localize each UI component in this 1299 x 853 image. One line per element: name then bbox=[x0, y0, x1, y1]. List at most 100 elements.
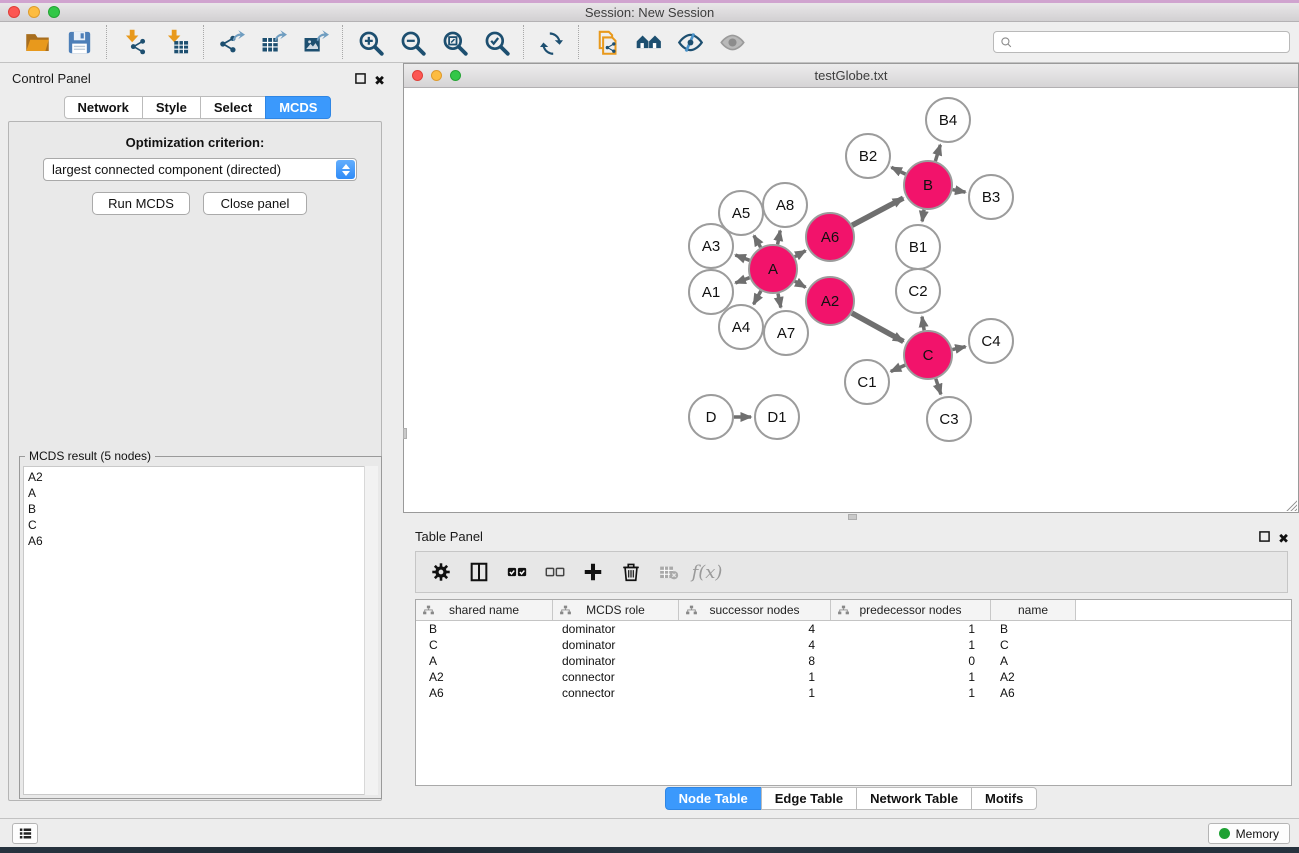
tab-network-table[interactable]: Network Table bbox=[856, 787, 972, 810]
column-header-MCDS-role[interactable]: MCDS role bbox=[553, 600, 679, 620]
node-B4[interactable]: B4 bbox=[926, 98, 970, 142]
search-field[interactable] bbox=[993, 31, 1290, 53]
delete-table-button[interactable] bbox=[652, 555, 686, 589]
node-A7[interactable]: A7 bbox=[764, 311, 808, 355]
table-row[interactable]: A6connector11A6 bbox=[416, 685, 1291, 701]
node-A6[interactable]: A6 bbox=[806, 213, 854, 261]
node-A3[interactable]: A3 bbox=[689, 224, 733, 268]
cell-shared-name[interactable]: A6 bbox=[416, 685, 553, 701]
cell-name[interactable]: A bbox=[991, 653, 1076, 669]
column-header-predecessor-nodes[interactable]: predecessor nodes bbox=[831, 600, 991, 620]
cell-name[interactable]: C bbox=[991, 637, 1076, 653]
node-A8[interactable]: A8 bbox=[763, 183, 807, 227]
node-C4[interactable]: C4 bbox=[969, 319, 1013, 363]
cell-name[interactable]: B bbox=[991, 621, 1076, 637]
edge-A-A4[interactable] bbox=[754, 291, 761, 304]
function-builder-button[interactable]: f(x) bbox=[690, 555, 724, 589]
edge-A2-C[interactable] bbox=[852, 313, 904, 341]
node-D[interactable]: D bbox=[689, 395, 733, 439]
tab-select[interactable]: Select bbox=[200, 96, 266, 119]
cell-predecessor-nodes[interactable]: 1 bbox=[831, 685, 991, 701]
cell-shared-name[interactable]: A2 bbox=[416, 669, 553, 685]
cell-MCDS-role[interactable]: connector bbox=[553, 685, 679, 701]
cell-predecessor-nodes[interactable]: 1 bbox=[831, 621, 991, 637]
tab-node-table[interactable]: Node Table bbox=[665, 787, 762, 810]
create-column-button[interactable] bbox=[576, 555, 610, 589]
node-C1[interactable]: C1 bbox=[845, 360, 889, 404]
export-image-button[interactable] bbox=[297, 26, 333, 58]
edge-B-B2[interactable] bbox=[891, 167, 905, 174]
minimize-window-button[interactable] bbox=[28, 6, 40, 18]
task-history-button[interactable] bbox=[12, 823, 38, 844]
zoom-selected-button[interactable] bbox=[478, 26, 514, 58]
delete-column-button[interactable] bbox=[614, 555, 648, 589]
result-item[interactable]: C bbox=[28, 517, 377, 533]
column-header-successor-nodes[interactable]: successor nodes bbox=[679, 600, 831, 620]
table-row[interactable]: Adominator80A bbox=[416, 653, 1291, 669]
hide-graphics-details-button[interactable] bbox=[672, 26, 708, 58]
node-B1[interactable]: B1 bbox=[896, 225, 940, 269]
show-columns-button[interactable] bbox=[462, 555, 496, 589]
close-window-button[interactable] bbox=[8, 6, 20, 18]
table-row[interactable]: Cdominator41C bbox=[416, 637, 1291, 653]
splitter-handle[interactable] bbox=[848, 514, 857, 520]
edge-C-C4[interactable] bbox=[952, 347, 965, 350]
cell-successor-nodes[interactable]: 1 bbox=[679, 685, 831, 701]
network-zoom-button[interactable] bbox=[450, 70, 461, 81]
save-session-button[interactable] bbox=[61, 26, 97, 58]
export-table-button[interactable] bbox=[255, 26, 291, 58]
edge-A6-B[interactable] bbox=[852, 198, 903, 225]
edge-C-C1[interactable] bbox=[891, 365, 905, 371]
duplicate-network-button[interactable] bbox=[588, 26, 624, 58]
node-B2[interactable]: B2 bbox=[846, 134, 890, 178]
network-window-titlebar[interactable]: testGlobe.txt bbox=[404, 64, 1298, 88]
network-close-button[interactable] bbox=[412, 70, 423, 81]
node-C3[interactable]: C3 bbox=[927, 397, 971, 441]
node-C2[interactable]: C2 bbox=[896, 269, 940, 313]
network-canvas[interactable]: B4B2BB3A8A5A6A3B1AC2A1A2A4A7C4CC1DD1C3 bbox=[404, 88, 1298, 512]
edge-C-C3[interactable] bbox=[936, 379, 941, 395]
edge-A-A7[interactable] bbox=[778, 293, 781, 307]
edge-C-C2[interactable] bbox=[922, 317, 924, 331]
refresh-layout-button[interactable] bbox=[533, 26, 569, 58]
zoom-in-button[interactable] bbox=[352, 26, 388, 58]
float-panel-icon[interactable] bbox=[355, 71, 366, 89]
edge-A-A1[interactable] bbox=[735, 278, 749, 283]
tab-style[interactable]: Style bbox=[142, 96, 201, 119]
close-table-panel-icon[interactable]: ✖ bbox=[1278, 533, 1289, 544]
memory-button[interactable]: Memory bbox=[1208, 823, 1290, 844]
cell-successor-nodes[interactable]: 4 bbox=[679, 621, 831, 637]
cell-MCDS-role[interactable]: dominator bbox=[553, 653, 679, 669]
select-all-columns-button[interactable] bbox=[500, 555, 534, 589]
edge-A-A2[interactable] bbox=[795, 281, 806, 287]
result-scrollbar[interactable] bbox=[364, 466, 378, 795]
cell-shared-name[interactable]: A bbox=[416, 653, 553, 669]
cell-predecessor-nodes[interactable]: 1 bbox=[831, 669, 991, 685]
node-C[interactable]: C bbox=[904, 331, 952, 379]
cell-predecessor-nodes[interactable]: 0 bbox=[831, 653, 991, 669]
zoom-out-button[interactable] bbox=[394, 26, 430, 58]
first-neighbors-button[interactable] bbox=[630, 26, 666, 58]
table-settings-button[interactable] bbox=[424, 555, 458, 589]
node-A4[interactable]: A4 bbox=[719, 305, 763, 349]
edge-A-A6[interactable] bbox=[795, 251, 806, 257]
cell-name[interactable]: A6 bbox=[991, 685, 1076, 701]
edge-B-B3[interactable] bbox=[953, 190, 966, 192]
open-file-button[interactable] bbox=[19, 26, 55, 58]
result-item[interactable]: A6 bbox=[28, 533, 377, 549]
criterion-dropdown[interactable]: largest connected component (directed) bbox=[43, 158, 357, 181]
table-row[interactable]: Bdominator41B bbox=[416, 621, 1291, 637]
node-B3[interactable]: B3 bbox=[969, 175, 1013, 219]
close-panel-button[interactable]: Close panel bbox=[203, 192, 307, 215]
node-D1[interactable]: D1 bbox=[755, 395, 799, 439]
search-input[interactable] bbox=[1017, 33, 1283, 51]
edge-A-A8[interactable] bbox=[778, 231, 781, 245]
mcds-result-list[interactable]: A2ABCA6 bbox=[23, 466, 378, 795]
tab-motifs[interactable]: Motifs bbox=[971, 787, 1037, 810]
show-hide-button[interactable] bbox=[714, 26, 750, 58]
node-A2[interactable]: A2 bbox=[806, 277, 854, 325]
run-mcds-button[interactable]: Run MCDS bbox=[92, 192, 190, 215]
edge-A-A3[interactable] bbox=[735, 255, 749, 260]
edge-A-A5[interactable] bbox=[754, 236, 761, 248]
result-item[interactable]: B bbox=[28, 501, 377, 517]
